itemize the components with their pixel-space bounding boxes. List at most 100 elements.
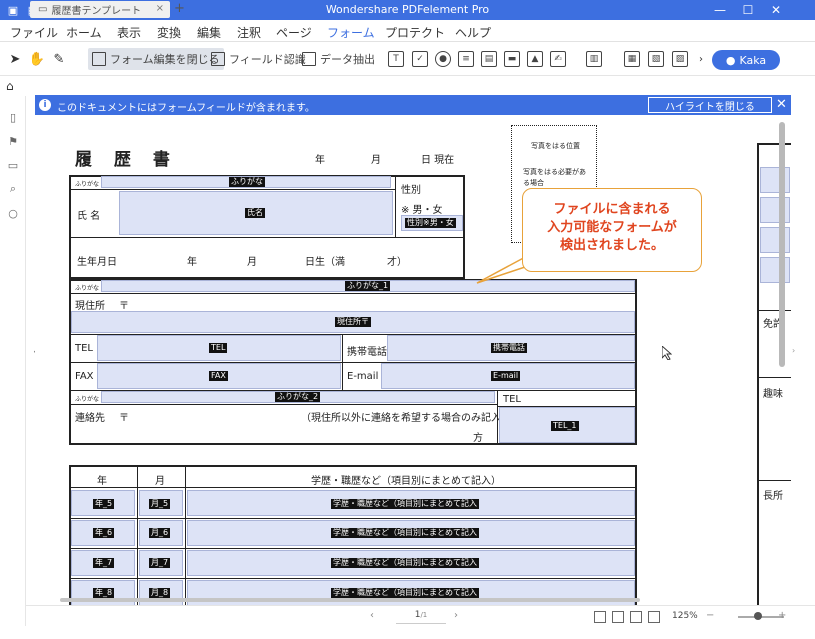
combo-box-icon[interactable]: ▤ bbox=[481, 51, 497, 67]
furigana-field-tag: ふりがな bbox=[229, 177, 265, 187]
date-year: 年 bbox=[315, 155, 325, 166]
mouse-cursor-icon bbox=[662, 346, 672, 360]
field-recognition-button[interactable]: フィールド認識 bbox=[207, 48, 310, 70]
comment-icon[interactable]: ▭ bbox=[6, 158, 20, 172]
menu-file[interactable]: ファイル bbox=[10, 24, 58, 41]
checkbox-icon[interactable]: ✓ bbox=[412, 51, 428, 67]
radio-button-icon[interactable]: ● bbox=[435, 51, 451, 67]
image-field-icon[interactable]: ▲ bbox=[527, 51, 543, 67]
close-window-button[interactable]: ✕ bbox=[766, 2, 786, 18]
contact-postal: 〒 bbox=[119, 413, 129, 424]
data-extract-icon bbox=[302, 52, 316, 66]
history-header-year: 年 bbox=[97, 476, 107, 487]
single-page-view-icon[interactable] bbox=[594, 611, 606, 623]
right-field-3[interactable] bbox=[760, 227, 790, 253]
list-box-icon[interactable]: ≡ bbox=[458, 51, 474, 67]
name-field-tag: 氏名 bbox=[245, 208, 265, 218]
birth-year: 年 bbox=[187, 257, 197, 268]
contact-label: 連絡先 bbox=[75, 413, 105, 424]
history-year-tag: 年_8 bbox=[93, 588, 115, 598]
history-desc-tag: 学歴・職歴など（項目別にまとめて記入 bbox=[331, 528, 479, 538]
menu-annotate[interactable]: 注釈 bbox=[237, 24, 261, 41]
contact-note: （現住所以外に連絡を希望する場合のみ記入） bbox=[301, 413, 511, 424]
info-icon: i bbox=[39, 99, 51, 111]
edit-icon[interactable]: ✎ bbox=[50, 50, 68, 68]
data-extract-button[interactable]: データ抽出 bbox=[298, 48, 379, 70]
fit-view-icon[interactable] bbox=[648, 611, 660, 623]
callout-line-2: 入力可能なフォームが bbox=[547, 220, 677, 235]
user-account-button[interactable]: ● Kaka bbox=[712, 50, 780, 70]
collapse-right-panel-icon[interactable]: › bbox=[792, 346, 795, 355]
close-form-edit-button[interactable]: フォーム編集を閉じる bbox=[88, 48, 224, 70]
document-viewport[interactable]: 履 歴 書 年 月 日 現在 写真をはる位置 写真をはる必要があ る場合 ふりが… bbox=[35, 115, 791, 605]
fax-label: FAX bbox=[75, 371, 94, 382]
maximize-button[interactable]: ☐ bbox=[738, 2, 758, 18]
align-icon[interactable]: ▥ bbox=[586, 51, 602, 67]
birth-month: 月 bbox=[247, 257, 257, 268]
history-month-tag: 月_7 bbox=[149, 558, 171, 568]
distribute-icon[interactable]: ▦ bbox=[624, 51, 640, 67]
contact-suffix: 方 bbox=[473, 433, 483, 444]
bookmark-icon[interactable]: ⚑ bbox=[6, 134, 20, 148]
horizontal-scrollbar[interactable] bbox=[60, 598, 640, 602]
chevron-right-icon[interactable]: › bbox=[692, 50, 710, 68]
right-field-1[interactable] bbox=[760, 167, 790, 193]
strength-label: 長所 bbox=[763, 491, 783, 502]
pdf-page: 履 歴 書 年 月 日 現在 写真をはる位置 写真をはる必要があ る場合 ふりが… bbox=[35, 115, 791, 605]
menu-home[interactable]: ホーム bbox=[66, 24, 102, 41]
address-postal: 〒 bbox=[119, 301, 129, 312]
history-month-tag: 月_8 bbox=[149, 588, 171, 598]
mobile-field-tag: 携帯電話 bbox=[491, 343, 527, 353]
menu-view[interactable]: 表示 bbox=[117, 24, 141, 41]
same-size-icon[interactable]: ▧ bbox=[648, 51, 664, 67]
furigana-1-label: ふりがな bbox=[75, 285, 100, 292]
tab-document[interactable]: ▭ 履歴書テンプレート × bbox=[30, 1, 170, 18]
search-icon[interactable]: ○ bbox=[6, 206, 20, 220]
right-field-2[interactable] bbox=[760, 197, 790, 223]
attachment-icon[interactable]: ⌕ bbox=[6, 182, 20, 196]
birth-age: 才） bbox=[387, 257, 407, 268]
next-page-icon[interactable]: › bbox=[454, 610, 458, 621]
prev-page-icon[interactable]: ‹ bbox=[370, 610, 374, 621]
email-label: E-mail bbox=[347, 371, 379, 382]
menu-protect[interactable]: プロテクト bbox=[385, 24, 445, 41]
page-number-input[interactable]: 1/1 bbox=[396, 610, 446, 624]
gender-field-tag: 性別※男・女 bbox=[405, 218, 456, 228]
menu-convert[interactable]: 変換 bbox=[157, 24, 181, 41]
menu-page[interactable]: ページ bbox=[276, 24, 312, 41]
photo-title: 写真をはる位置 bbox=[531, 142, 580, 150]
menu-help[interactable]: ヘルプ bbox=[455, 24, 491, 41]
close-highlight-button[interactable]: ハイライトを閉じる bbox=[648, 97, 772, 113]
tab-add-button[interactable]: + bbox=[174, 1, 185, 16]
right-field-4[interactable] bbox=[760, 257, 790, 283]
address-label: 現住所 bbox=[75, 301, 105, 312]
zoom-out-icon[interactable]: − bbox=[706, 610, 714, 621]
tab-close-button[interactable]: × bbox=[156, 3, 164, 14]
tel-field-tag: TEL bbox=[209, 343, 228, 353]
history-year-tag: 年_7 bbox=[93, 558, 115, 568]
select-arrow-icon[interactable]: ➤ bbox=[6, 50, 24, 68]
document-icon: ▭ bbox=[38, 4, 48, 15]
vertical-scrollbar[interactable] bbox=[779, 122, 785, 367]
thumbnail-icon[interactable]: ▯ bbox=[6, 110, 20, 124]
furigana-2-field-tag: ふりがな_2 bbox=[275, 392, 321, 402]
address-field-tag: 現住所〒 bbox=[335, 317, 371, 327]
history-desc-tag: 学歴・職歴など（項目別にまとめて記入 bbox=[331, 588, 479, 598]
minimize-button[interactable]: — bbox=[710, 2, 730, 18]
hand-icon[interactable]: ✋ bbox=[28, 50, 46, 68]
birth-day: 日生（満 bbox=[305, 257, 345, 268]
more-tools-icon[interactable]: ▨ bbox=[672, 51, 688, 67]
continuous-view-icon[interactable] bbox=[630, 611, 642, 623]
button-field-icon[interactable]: ▬ bbox=[504, 51, 520, 67]
home-icon[interactable]: ⌂ bbox=[6, 79, 14, 93]
callout-line-1: ファイルに含まれる bbox=[553, 202, 671, 217]
text-field-icon[interactable]: T bbox=[388, 51, 404, 67]
menu-edit[interactable]: 編集 bbox=[197, 24, 221, 41]
notice-close-button[interactable]: ✕ bbox=[776, 97, 787, 112]
zoom-slider-knob[interactable] bbox=[754, 612, 762, 620]
double-page-view-icon[interactable] bbox=[612, 611, 624, 623]
zoom-in-icon[interactable]: + bbox=[778, 610, 786, 621]
zoom-level: 125% bbox=[672, 611, 698, 621]
tel-label: TEL bbox=[75, 343, 93, 354]
signature-field-icon[interactable]: ✍ bbox=[550, 51, 566, 67]
